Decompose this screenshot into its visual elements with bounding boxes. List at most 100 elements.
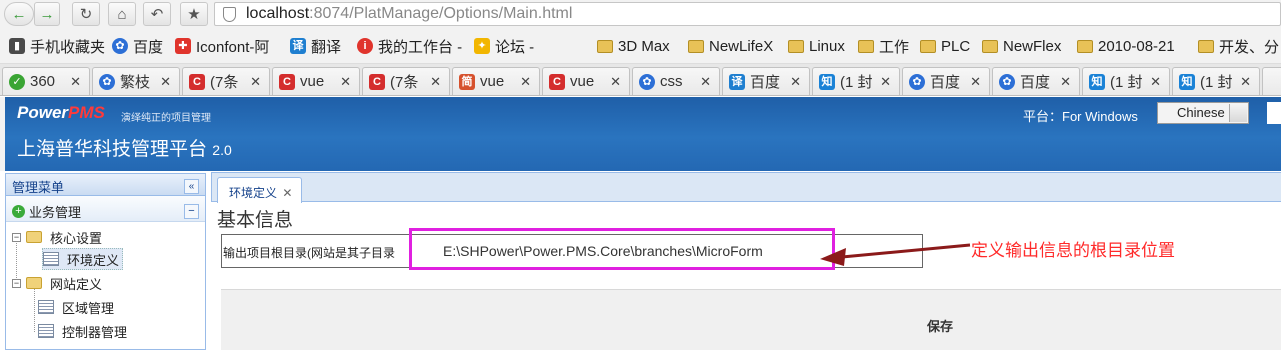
browser-tab-label: vue [300,73,325,90]
tab-close-icon[interactable]: ✕ [610,74,621,90]
tab-close-icon[interactable]: ✕ [1240,74,1251,90]
folder-icon [982,39,998,53]
tree-folder[interactable]: − 核心设置 [12,226,102,248]
header-search-box[interactable] [1267,102,1281,124]
platform-label: 平台：For Windows [1023,109,1138,124]
bookmark-item[interactable]: NewLifeX [688,36,773,56]
tab-close-icon[interactable]: ✕ [790,74,801,90]
sidebar: 管理菜单 « + 业务管理 − − 核心设置 环境定义 − 网站定义区域管理 控制器管理 [5,173,206,350]
browser-tab[interactable]: ✿ 繁枝 ✕ [92,67,180,95]
browser-tab-label: vue [570,73,595,90]
bookmark-item[interactable]: ▮ 手机收藏夹 [9,36,105,56]
root-dir-input[interactable] [423,235,921,267]
tree-toggle-icon[interactable]: − [12,278,21,288]
bookmark-item[interactable]: ✦ 论坛 - [474,36,534,56]
tab-favicon-icon: ✿ [999,73,1015,90]
content-tab-strip: 环境定义 ✕ [211,172,1281,203]
browser-tab-overflow[interactable] [1262,67,1281,95]
tab-close-icon[interactable]: ✕ [1150,74,1161,90]
reload-icon[interactable]: ↻ [72,2,100,26]
browser-tab[interactable]: Cvue ✕ [542,67,630,95]
undo-icon[interactable]: ↶ [143,2,171,26]
plus-circle-icon: + [12,204,25,218]
folder-icon [26,277,42,289]
url-text[interactable]: localhost:8074/PlatManage/Options/Main.h… [246,5,572,23]
tab-label: 环境定义 [229,186,278,200]
browser-tab[interactable]: ✿ css ✕ [632,67,720,95]
tree-toggle-icon[interactable]: − [12,232,21,242]
tab-close-icon[interactable]: ✕ [700,74,711,90]
root-dir-label: 输出项目根目录(网站是其子目录 [222,235,410,267]
tab-close-icon[interactable]: ✕ [340,74,351,90]
browser-tab[interactable]: C (7条 ✕ [182,67,270,95]
tab-close-icon[interactable]: ✕ [1060,74,1071,90]
forward-arrow-icon[interactable]: → [34,2,60,26]
browser-tab[interactable]: 知 (1 封 ✕ [812,67,900,95]
bookmark-label: NewFlex [1003,37,1062,55]
bookmark-item[interactable]: 开发、分 [1198,36,1279,56]
collapse-left-icon[interactable]: « [184,179,199,194]
tab-close-icon[interactable]: ✕ [160,74,171,90]
bookmark-item[interactable]: PLC [920,36,970,56]
logo: PowerPMS [17,103,105,122]
tab-close-icon[interactable]: ✕ [70,74,81,90]
tree-label: 网站定义 [50,276,103,292]
tree-item[interactable]: 区域管理 [38,296,114,318]
tab-close-icon[interactable]: ✕ [520,74,531,90]
language-select[interactable]: Chinese [1157,102,1249,124]
shield-icon [223,7,236,22]
bookmark-label: 2010-08-21 [1098,37,1175,55]
bookmark-item[interactable]: i 我的工作台 - [357,36,462,56]
tab-close-icon[interactable]: ✕ [970,74,981,90]
browser-tab[interactable]: 知 (1 封 ✕ [1172,67,1260,95]
bookmark-item[interactable]: 译翻译 [290,36,341,56]
tab-favicon-icon: 译 [729,73,745,90]
browser-tab-label: (1 封 [840,74,873,91]
bookmark-item[interactable]: NewFlex [982,36,1061,56]
tab-close-icon[interactable]: ✕ [880,74,891,90]
address-bar[interactable]: localhost:8074/PlatManage/Options/Main.h… [214,2,1281,26]
bookmark-label: 开发、分 [1219,38,1280,56]
bookmark-item[interactable]: ✿ 百度 [112,36,163,56]
form-footer: 保存 [221,289,1281,350]
browser-tab-strip: ✓ 360 ✕ ✿ 繁枝 ✕ C (7条 ✕ Cvue ✕ C (7条 ✕ 简 vue ✕ Cvue ✕ ✿ css ✕ 译… [0,64,1281,96]
home-icon[interactable]: ⌂ [108,2,136,26]
close-icon[interactable]: ✕ [282,186,292,200]
browser-tab[interactable]: 知 (1 封 ✕ [1082,67,1170,95]
browser-tab-label: 百度 [1020,74,1051,91]
tab-close-icon[interactable]: ✕ [250,74,261,90]
tab-favicon-icon: C [369,73,385,90]
tree-item[interactable]: 环境定义 [42,248,124,270]
bookmark-item[interactable]: 2010-08-21 [1077,36,1175,56]
browser-tab[interactable]: ✿ 百度 ✕ [992,67,1080,95]
tab-favicon-icon: 知 [1089,73,1105,90]
browser-tab[interactable]: 译百度 ✕ [722,67,810,95]
page-icon [38,324,54,338]
baidu-paw-icon: ✿ [112,38,128,54]
browser-tab[interactable]: ✿ 百度 ✕ [902,67,990,95]
bookmark-item[interactable]: Linux [788,36,845,56]
browser-toolbar: ← → ↻ ⌂ ↶ ★ localhost:8074/PlatManage/Op… [0,0,1281,28]
bookmark-item[interactable]: 3D Max [597,36,670,56]
sidebar-section-business[interactable]: + 业务管理 − [6,196,205,222]
tree-item[interactable]: 控制器管理 [38,320,127,342]
tab-close-icon[interactable]: ✕ [430,74,441,90]
tab-environment[interactable]: 环境定义 ✕ [217,177,302,203]
browser-tab[interactable]: C (7条 ✕ [362,67,450,95]
save-button[interactable]: 保存 [927,316,953,335]
back-arrow-icon[interactable]: ← [4,2,34,26]
tree-folder[interactable]: − 网站定义 [12,272,102,294]
bookmark-item[interactable]: ✚ Iconfont-阿 [175,36,269,56]
bookmark-item[interactable]: 工作 [858,36,909,56]
sidebar-title: 管理菜单 [12,180,65,195]
browser-tab-label: 360 [30,73,56,90]
tab-favicon-icon: C [279,73,295,90]
dropdown-arrow-icon[interactable] [1229,104,1247,122]
browser-tab[interactable]: Cvue ✕ [272,67,360,95]
sidebar-section-label: 业务管理 [29,204,82,220]
star-icon[interactable]: ★ [180,2,208,26]
browser-tab[interactable]: 简 vue ✕ [452,67,540,95]
collapse-section-icon[interactable]: − [184,203,199,219]
browser-tab[interactable]: ✓ 360 ✕ [2,67,90,95]
bookmark-label: Iconfont-阿 [196,38,270,56]
